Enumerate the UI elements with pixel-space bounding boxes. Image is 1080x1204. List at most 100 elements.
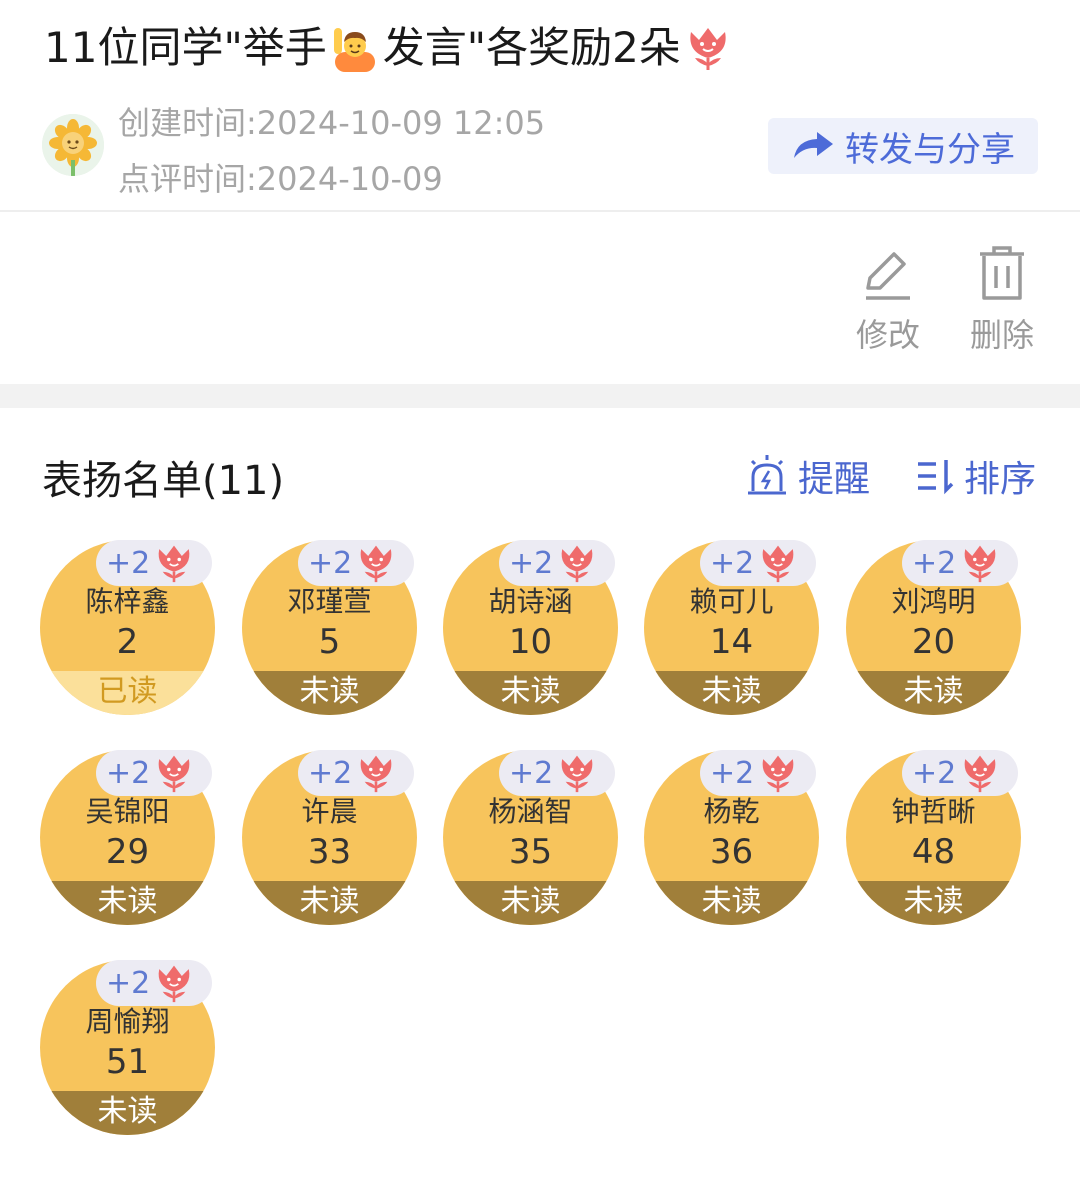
student-number: 2 — [116, 622, 139, 662]
read-status: 未读 — [846, 881, 1021, 925]
tulip-flower-icon — [158, 755, 190, 793]
remind-button[interactable]: 提醒 — [744, 450, 870, 502]
student-name: 许晨 — [301, 795, 358, 828]
student-number: 48 — [911, 832, 956, 872]
student-card[interactable]: 许晨 33 未读 +2 — [242, 750, 417, 925]
tulip-flower-icon — [561, 755, 593, 793]
student-card[interactable]: 刘鸿明 20 未读 +2 — [846, 540, 1021, 715]
student-number: 33 — [307, 832, 352, 872]
tulip-flower-icon — [964, 545, 996, 583]
reviewed-time: 点评时间:2024-10-09 — [118, 160, 443, 198]
tulip-flower-icon — [561, 545, 593, 583]
reward-badge: +2 — [96, 960, 212, 1006]
reward-points: +2 — [912, 755, 957, 791]
student-card[interactable]: 吴锦阳 29 未读 +2 — [40, 750, 215, 925]
tulip-flower-icon — [690, 28, 726, 70]
reward-points: +2 — [308, 755, 353, 791]
student-card[interactable]: 杨乾 36 未读 +2 — [644, 750, 819, 925]
student-card[interactable]: 杨涵智 35 未读 +2 — [443, 750, 618, 925]
reward-points: +2 — [106, 545, 151, 581]
student-number: 51 — [105, 1042, 150, 1082]
reward-badge: +2 — [96, 540, 212, 586]
read-status: 未读 — [40, 1091, 215, 1135]
trash-icon — [980, 246, 1024, 300]
student-name: 周愉翔 — [85, 1005, 170, 1038]
read-status: 未读 — [846, 671, 1021, 715]
read-status: 未读 — [644, 881, 819, 925]
tulip-flower-icon — [158, 965, 190, 1003]
student-number: 36 — [709, 832, 754, 872]
alarm-bell-icon — [748, 455, 786, 495]
share-label: 转发与分享 — [845, 129, 1015, 170]
edit-button[interactable]: 修改 — [838, 246, 938, 356]
student-number: 20 — [911, 622, 956, 662]
reward-points: +2 — [912, 545, 957, 581]
tulip-flower-icon — [158, 545, 190, 583]
reward-points: +2 — [710, 755, 755, 791]
student-name: 刘鸿明 — [891, 585, 976, 618]
share-arrow-icon — [794, 132, 833, 158]
tulip-flower-icon — [360, 545, 392, 583]
reward-badge: +2 — [499, 750, 615, 796]
student-name: 钟哲晰 — [891, 795, 976, 828]
pencil-edit-icon — [866, 252, 910, 300]
sort-icon — [918, 460, 954, 495]
created-time: 创建时间:2024-10-09 12:05 — [118, 104, 546, 142]
reward-badge: +2 — [298, 540, 414, 586]
student-name: 吴锦阳 — [85, 795, 170, 828]
tulip-flower-icon — [360, 755, 392, 793]
read-status: 未读 — [443, 881, 618, 925]
student-name: 陈梓鑫 — [85, 585, 170, 618]
student-card[interactable]: 陈梓鑫 2 已读 +2 — [40, 540, 215, 715]
student-number: 5 — [318, 622, 341, 662]
section-divider — [0, 384, 1080, 408]
remind-label: 提醒 — [798, 459, 871, 500]
student-name: 胡诗涵 — [488, 585, 573, 618]
student-number: 14 — [709, 622, 754, 662]
reward-points: +2 — [106, 755, 151, 791]
praise-list-title: 表扬名单(11) — [42, 458, 285, 504]
student-number: 35 — [508, 832, 553, 872]
read-status: 已读 — [40, 671, 215, 715]
student-number: 10 — [508, 622, 553, 662]
reward-points: +2 — [106, 965, 151, 1001]
student-name: 杨涵智 — [488, 795, 573, 828]
reward-badge: +2 — [902, 750, 1018, 796]
title-text-end: 发言"各奖励2朵 — [382, 23, 681, 72]
read-status: 未读 — [443, 671, 618, 715]
reward-badge: +2 — [298, 750, 414, 796]
read-status: 未读 — [242, 671, 417, 715]
tulip-flower-icon — [762, 545, 794, 583]
reward-points: +2 — [509, 755, 554, 791]
reward-badge: +2 — [96, 750, 212, 796]
page-title: 11位同学"举手 发言"各奖励2朵 — [44, 18, 731, 78]
student-card[interactable]: 赖可儿 14 未读 +2 — [644, 540, 819, 715]
reward-points: +2 — [710, 545, 755, 581]
record-header: 11位同学"举手 发言"各奖励2朵 创建时间:2024-10-09 12:05 … — [0, 0, 1080, 212]
student-card[interactable]: 钟哲晰 48 未读 +2 — [846, 750, 1021, 925]
avatar[interactable] — [42, 114, 104, 176]
delete-button[interactable]: 删除 — [952, 244, 1052, 356]
student-card[interactable]: 邓瑾萱 5 未读 +2 — [242, 540, 417, 715]
student-number: 29 — [105, 832, 150, 872]
delete-label: 删除 — [969, 316, 1034, 354]
sort-label: 排序 — [964, 459, 1037, 500]
reward-points: +2 — [308, 545, 353, 581]
student-card[interactable]: 胡诗涵 10 未读 +2 — [443, 540, 618, 715]
person-raising-hand-icon — [333, 28, 375, 72]
student-card[interactable]: 周愉翔 51 未读 +2 — [40, 960, 215, 1135]
tulip-flower-icon — [762, 755, 794, 793]
read-status: 未读 — [242, 881, 417, 925]
reward-badge: +2 — [700, 750, 816, 796]
student-name: 杨乾 — [703, 795, 760, 828]
student-name: 邓瑾萱 — [287, 585, 372, 618]
tulip-flower-icon — [964, 755, 996, 793]
sunflower-avatar-icon — [42, 114, 104, 176]
sort-button[interactable]: 排序 — [914, 450, 1036, 502]
share-button[interactable]: 转发与分享 — [768, 118, 1038, 174]
edit-label: 修改 — [855, 316, 920, 354]
read-status: 未读 — [644, 671, 819, 715]
read-status: 未读 — [40, 881, 215, 925]
reward-badge: +2 — [700, 540, 816, 586]
reward-badge: +2 — [499, 540, 615, 586]
